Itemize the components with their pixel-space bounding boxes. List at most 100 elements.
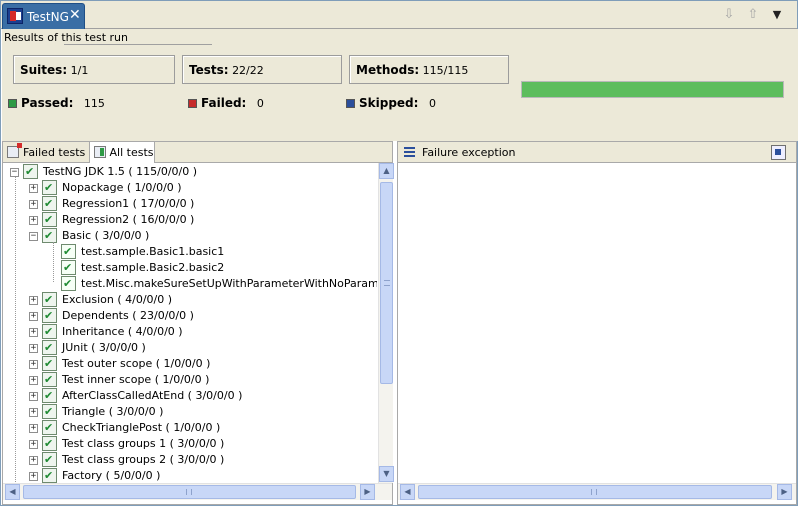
tree-item-label: test.sample.Basic1.basic1 xyxy=(81,245,225,258)
tab-all-tests[interactable]: All tests xyxy=(89,141,155,164)
skipped-value: 0 xyxy=(428,97,436,110)
tree-item[interactable]: + Test inner scope ( 1/0/0/0 ) xyxy=(3,372,377,388)
summary-panel: Results of this test run Suites: 1/1 Tes… xyxy=(2,29,798,141)
testng-view: TestNG ✕ ⇩ ⇧ ▼ Results of this test run … xyxy=(0,0,798,506)
results-label: Results of this test run xyxy=(4,31,128,44)
expand-icon[interactable]: + xyxy=(29,216,38,225)
all-tests-icon xyxy=(93,146,106,158)
tree-item[interactable]: + Test class groups 1 ( 3/0/0/0 ) xyxy=(3,436,377,452)
methods-value: 115/115 xyxy=(422,64,469,77)
tree-item-label: CheckTrianglePost ( 1/0/0/0 ) xyxy=(62,421,221,434)
scroll-up-button[interactable]: ▲ xyxy=(379,163,394,179)
expand-icon[interactable]: + xyxy=(29,424,38,433)
failed-stat: Failed: 0 xyxy=(188,96,264,110)
arrow-up-icon[interactable]: ⇧ xyxy=(745,7,761,23)
tree-item[interactable]: + CheckTrianglePost ( 1/0/0/0 ) xyxy=(3,420,377,436)
tree-item[interactable]: + Factory ( 5/0/0/0 ) xyxy=(3,468,377,483)
tests-value: 22/22 xyxy=(232,64,264,77)
arrow-down-icon[interactable]: ⇩ xyxy=(721,7,737,23)
passed-stat: Passed: 115 xyxy=(8,96,105,110)
expand-icon[interactable]: + xyxy=(29,360,38,369)
scroll-left-button[interactable]: ◀ xyxy=(5,484,20,500)
collapse-icon[interactable]: − xyxy=(29,232,38,241)
close-icon[interactable]: ✕ xyxy=(69,7,81,23)
scroll-down-button[interactable]: ▼ xyxy=(379,466,394,482)
tree-item-label: test.Misc.makeSureSetUpWithParameterWith… xyxy=(81,277,377,290)
tree-item-label: Test outer scope ( 1/0/0/0 ) xyxy=(62,357,211,370)
expand-icon[interactable]: + xyxy=(29,296,38,305)
tree-item-label: Exclusion ( 4/0/0/0 ) xyxy=(62,293,173,306)
test-suite-icon xyxy=(42,372,57,387)
results-divider xyxy=(64,44,212,45)
view-menu-icon[interactable]: ▼ xyxy=(769,7,785,23)
expand-icon[interactable]: + xyxy=(29,312,38,321)
scroll-grip-icon xyxy=(186,489,192,495)
tree-item[interactable]: + Nopackage ( 1/0/0/0 ) xyxy=(3,180,377,196)
tree-item-label: Regression2 ( 16/0/0/0 ) xyxy=(62,213,195,226)
suites-label: Suites: xyxy=(20,63,68,77)
expand-icon[interactable]: + xyxy=(29,408,38,417)
tree-item[interactable]: + Triangle ( 3/0/0/0 ) xyxy=(3,404,377,420)
skipped-stat: Skipped: 0 xyxy=(346,96,436,110)
scroll-right-button[interactable]: ▶ xyxy=(777,484,792,500)
tree-root[interactable]: − TestNG JDK 1.5 ( 115/0/0/0 ) xyxy=(3,164,377,180)
test-suite-icon xyxy=(42,468,57,483)
expand-icon[interactable]: + xyxy=(29,440,38,449)
view-tab-testng[interactable]: TestNG ✕ xyxy=(2,3,85,29)
test-tree: − TestNG JDK 1.5 ( 115/0/0/0 ) + Nopackage … xyxy=(3,163,377,483)
collapse-icon[interactable]: − xyxy=(10,168,19,177)
stack-trace-icon xyxy=(404,147,415,157)
expand-icon[interactable]: + xyxy=(29,344,38,353)
scroll-grip-icon xyxy=(591,489,597,495)
tree-item[interactable]: + Exclusion ( 4/0/0/0 ) xyxy=(3,292,377,308)
tree-item[interactable]: + AfterClassCalledAtEnd ( 3/0/0/0 ) xyxy=(3,388,377,404)
tree-item[interactable]: + Test outer scope ( 1/0/0/0 ) xyxy=(3,356,377,372)
failure-horizontal-scrollbar[interactable]: ◀ ▶ xyxy=(398,483,796,500)
tree-leaf[interactable]: test.Misc.makeSureSetUpWithParameterWith… xyxy=(3,276,377,292)
expand-icon[interactable]: + xyxy=(29,328,38,337)
tree-item[interactable]: + Regression2 ( 16/0/0/0 ) xyxy=(3,212,377,228)
tab-failed-tests[interactable]: Failed tests xyxy=(7,143,87,163)
expand-icon[interactable]: + xyxy=(29,456,38,465)
tree-item[interactable]: + Dependents ( 23/0/0/0 ) xyxy=(3,308,377,324)
tree-vertical-scrollbar[interactable]: ▲ ▼ xyxy=(378,163,394,483)
tree-item-label: JUnit ( 3/0/0/0 ) xyxy=(62,341,146,354)
progress-fill xyxy=(522,82,783,97)
tree-item[interactable]: + JUnit ( 3/0/0/0 ) xyxy=(3,340,377,356)
failed-icon xyxy=(188,99,197,108)
test-method-icon xyxy=(61,260,76,275)
compare-icon[interactable] xyxy=(771,145,786,160)
expand-icon[interactable]: + xyxy=(29,376,38,385)
suites-box: Suites: 1/1 xyxy=(13,55,175,84)
tab-failed-tests-label: Failed tests xyxy=(23,146,86,159)
test-suite-icon xyxy=(42,404,57,419)
tree-item[interactable]: + Regression1 ( 17/0/0/0 ) xyxy=(3,196,377,212)
tree-leaf[interactable]: test.sample.Basic1.basic1 xyxy=(3,244,377,260)
tests-label: Tests: xyxy=(189,63,229,77)
tree-item-label: Inheritance ( 4/0/0/0 ) xyxy=(62,325,183,338)
tree-item-label: Factory ( 5/0/0/0 ) xyxy=(62,469,161,482)
expand-icon[interactable]: + xyxy=(29,200,38,209)
scroll-thumb-vertical[interactable] xyxy=(380,182,393,384)
scroll-thumb-horizontal[interactable] xyxy=(23,485,356,499)
test-suite-icon xyxy=(42,292,57,307)
tree-horizontal-scrollbar[interactable]: ◀ ▶ xyxy=(3,483,392,500)
tree-item[interactable]: + Test class groups 2 ( 3/0/0/0 ) xyxy=(3,452,377,468)
expand-icon[interactable]: + xyxy=(29,392,38,401)
scroll-left-button[interactable]: ◀ xyxy=(400,484,415,500)
skipped-icon xyxy=(346,99,355,108)
failed-tests-icon xyxy=(7,143,22,158)
test-suite-icon xyxy=(42,452,57,467)
test-suite-icon xyxy=(42,308,57,323)
passed-value: 115 xyxy=(83,97,105,110)
failed-label: Failed: xyxy=(201,96,247,110)
scroll-thumb-horizontal[interactable] xyxy=(418,485,772,499)
failure-header: Failure exception xyxy=(398,142,796,163)
expand-icon[interactable]: + xyxy=(29,472,38,481)
expand-icon[interactable]: + xyxy=(29,184,38,193)
tree-item[interactable]: + Inheritance ( 4/0/0/0 ) xyxy=(3,324,377,340)
tree-item[interactable]: − Basic ( 3/0/0/0 ) xyxy=(3,228,377,244)
failure-title: Failure exception xyxy=(422,146,516,159)
tree-leaf[interactable]: test.sample.Basic2.basic2 xyxy=(3,260,377,276)
scroll-right-button[interactable]: ▶ xyxy=(360,484,375,500)
